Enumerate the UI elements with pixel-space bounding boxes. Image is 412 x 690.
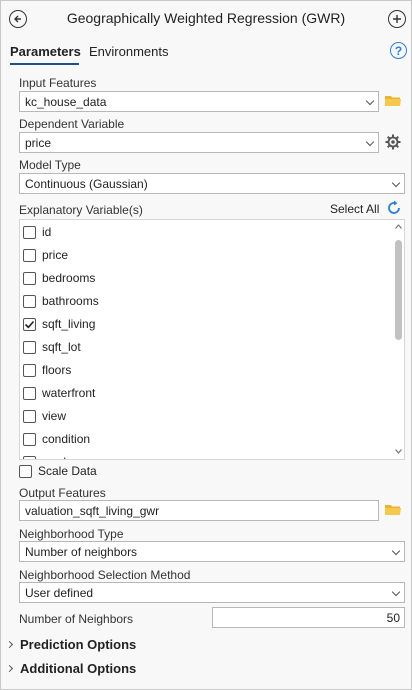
tab-parameters[interactable]: Parameters [10, 44, 81, 59]
list-item-label: grade [42, 455, 73, 459]
dependent-variable-label: Dependent Variable [19, 117, 125, 131]
list-item[interactable]: condition [23, 429, 90, 449]
scale-data-label: Scale Data [38, 464, 97, 478]
checkmark-icon [24, 320, 35, 328]
list-item-label: bathrooms [42, 294, 99, 308]
checkbox[interactable] [23, 455, 36, 459]
checkbox[interactable] [19, 464, 32, 478]
folder-icon [385, 505, 401, 515]
neighborhood-type-label: Neighborhood Type [19, 527, 124, 541]
help-icon[interactable]: ? [390, 42, 407, 59]
prediction-options-section[interactable]: Prediction Options [5, 637, 137, 652]
checkbox[interactable] [23, 271, 36, 285]
list-item[interactable]: grade [23, 452, 73, 459]
chevron-down-icon [391, 546, 401, 556]
chevron-down-icon [365, 96, 375, 106]
chevron-right-icon [5, 640, 14, 649]
dependent-variable-value: price [25, 135, 52, 150]
arrow-left-icon [14, 15, 21, 23]
folder-icon [385, 96, 401, 106]
list-item-label: sqft_lot [42, 340, 81, 354]
title-bar: Geographically Weighted Regression (GWR) [1, 1, 411, 37]
checkbox[interactable] [23, 386, 36, 400]
neighborhood-selection-dropdown[interactable]: User defined [19, 582, 405, 603]
tab-environments[interactable]: Environments [89, 44, 168, 59]
list-item-label: sqft_living [42, 317, 96, 331]
list-item[interactable]: sqft_lot [23, 337, 81, 357]
model-type-value: Continuous (Gaussian) [25, 176, 148, 191]
scroll-down-icon[interactable] [395, 449, 402, 454]
list-scrollbar[interactable] [392, 220, 404, 459]
input-features-value: kc_house_data [25, 94, 107, 109]
checkbox[interactable] [23, 363, 36, 377]
field-properties-button[interactable] [385, 134, 401, 153]
scroll-up-icon[interactable] [395, 224, 402, 229]
checkbox-checked[interactable] [23, 317, 36, 331]
list-item-label: floors [42, 363, 72, 377]
list-item[interactable]: price [23, 245, 68, 265]
list-item[interactable]: bathrooms [23, 291, 99, 311]
neighborhood-type-value: Number of neighbors [25, 544, 138, 559]
plus-icon [393, 15, 401, 23]
output-features-input[interactable]: valuation_sqft_living_gwr [19, 500, 379, 521]
output-features-value: valuation_sqft_living_gwr [25, 503, 160, 518]
list-item-label: bedrooms [42, 271, 96, 285]
input-features-dropdown[interactable]: kc_house_data [19, 91, 379, 112]
list-item[interactable]: view [23, 406, 66, 426]
tool-title: Geographically Weighted Regression (GWR) [66, 10, 346, 26]
scale-data-option[interactable]: Scale Data [19, 461, 97, 481]
chevron-down-icon [391, 178, 401, 188]
number-of-neighbors-label: Number of Neighbors [19, 612, 134, 626]
refresh-icon [388, 200, 400, 214]
list-item-label: waterfront [42, 386, 96, 400]
checkbox[interactable] [23, 409, 36, 423]
scroll-thumb[interactable] [395, 240, 402, 340]
list-item-label: price [42, 248, 69, 262]
browse-output-button[interactable] [385, 504, 401, 519]
list-item-label: view [42, 409, 67, 423]
checkbox[interactable] [23, 432, 36, 446]
back-button[interactable] [9, 10, 27, 28]
checkbox[interactable] [23, 225, 36, 239]
number-of-neighbors-input[interactable]: 50 [212, 607, 405, 628]
dependent-variable-dropdown[interactable]: price [19, 132, 379, 153]
neighborhood-type-dropdown[interactable]: Number of neighbors [19, 541, 405, 562]
prediction-options-label: Prediction Options [20, 637, 137, 652]
checkbox[interactable] [23, 248, 36, 262]
explanatory-variables-label: Explanatory Variable(s) [19, 203, 143, 217]
model-type-dropdown[interactable]: Continuous (Gaussian) [19, 173, 405, 194]
list-item[interactable]: waterfront [23, 383, 95, 403]
chevron-right-icon [5, 664, 14, 673]
list-item[interactable]: floors [23, 360, 71, 380]
chevron-down-icon [391, 587, 401, 597]
checkbox[interactable] [23, 340, 36, 354]
chevron-down-icon [365, 137, 375, 147]
list-item[interactable]: bedrooms [23, 268, 95, 288]
neighborhood-selection-value: User defined [25, 585, 94, 600]
list-item-label: condition [42, 432, 91, 446]
checkbox[interactable] [23, 294, 36, 308]
active-tab-indicator [10, 63, 79, 65]
list-item[interactable]: sqft_living [23, 314, 95, 334]
neighborhood-selection-label: Neighborhood Selection Method [19, 568, 191, 582]
model-type-label: Model Type [19, 158, 81, 172]
output-features-label: Output Features [19, 486, 106, 500]
select-all-button[interactable]: Select All [330, 202, 379, 216]
gear-icon [385, 134, 401, 150]
explanatory-variables-list[interactable]: id price bedrooms bathrooms sqft_living … [19, 219, 405, 460]
input-features-label: Input Features [19, 76, 97, 90]
list-item-label: id [42, 225, 52, 239]
add-button[interactable] [388, 10, 406, 28]
additional-options-section[interactable]: Additional Options [5, 661, 137, 676]
refresh-button[interactable] [386, 200, 402, 219]
number-of-neighbors-value: 50 [386, 610, 400, 625]
browse-input-button[interactable] [385, 95, 401, 110]
additional-options-label: Additional Options [20, 661, 137, 676]
list-item[interactable]: id [23, 222, 51, 242]
